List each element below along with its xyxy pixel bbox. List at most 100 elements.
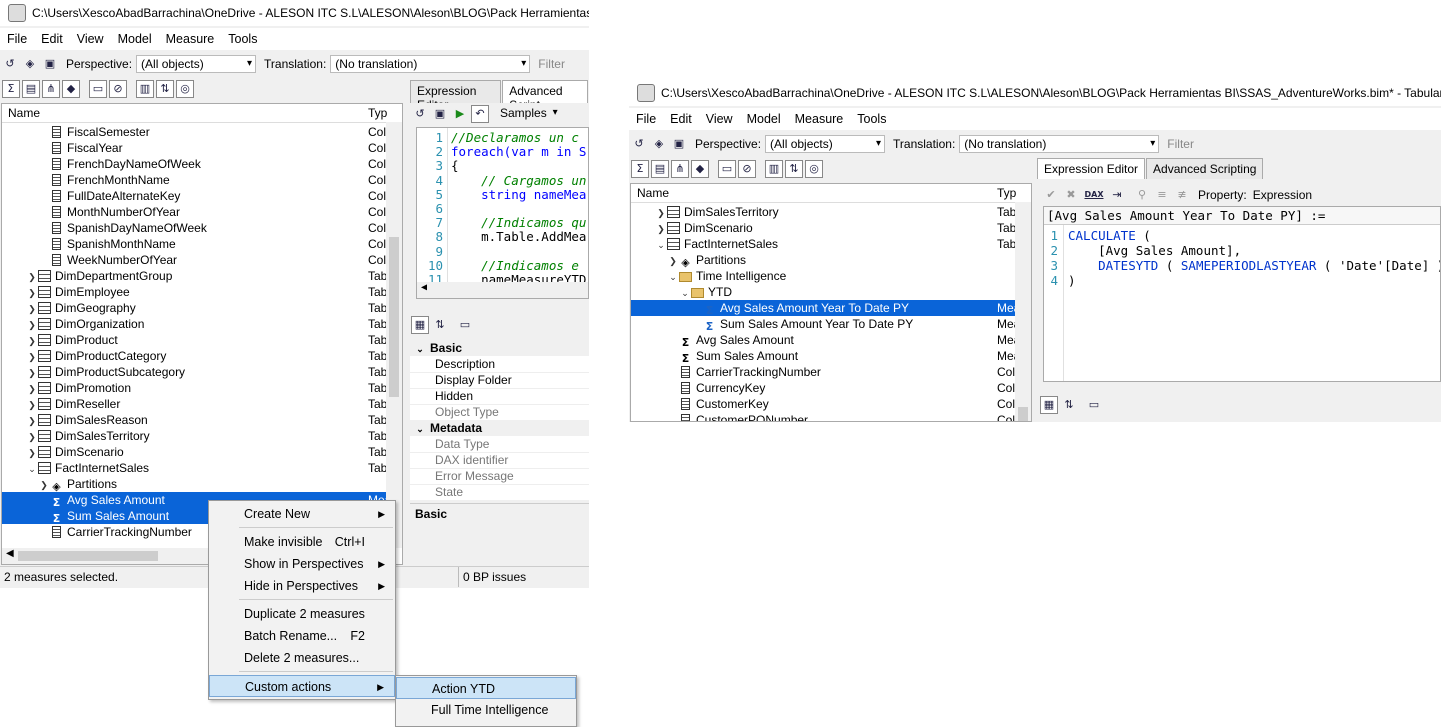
open-script-icon[interactable]: ↺ xyxy=(411,105,429,123)
property-category[interactable]: ⌄ Metadata xyxy=(410,420,589,436)
no-filter-icon[interactable]: ⊘ xyxy=(109,80,127,98)
property-category[interactable]: ⌄ Basic xyxy=(410,340,589,356)
tab-expression-editor[interactable]: Expression Editor xyxy=(1037,158,1146,179)
expand-icon[interactable]: ⌄ xyxy=(26,461,38,477)
tree-row[interactable]: FrenchMonthName Colu xyxy=(2,172,393,188)
no-filter-icon[interactable]: ⊘ xyxy=(738,160,756,178)
save-icon[interactable]: ▣ xyxy=(41,55,59,73)
tree-row[interactable]: ❯ DimOrganization Tab xyxy=(2,316,388,332)
tree-row[interactable]: MonthNumberOfYear Colu xyxy=(2,204,393,220)
menu-file[interactable]: File xyxy=(0,32,34,46)
perspective-select[interactable]: (All objects) xyxy=(136,55,257,73)
context-menu-item[interactable]: Duplicate 2 measures xyxy=(209,603,395,625)
col-header-name[interactable]: Name xyxy=(8,106,40,120)
menu-item-action-ytd[interactable]: Action YTD xyxy=(396,677,576,699)
dax-format-icon[interactable]: DAX xyxy=(1082,186,1106,204)
dependencies-icon[interactable]: ⇥ xyxy=(1108,186,1126,204)
expand-icon[interactable]: ❯ xyxy=(26,413,38,429)
tree-row[interactable]: SpanishMonthName Colu xyxy=(2,236,393,252)
tree-row[interactable]: ❯ DimProduct Tab xyxy=(2,332,388,348)
menu-view[interactable]: View xyxy=(70,32,111,46)
context-menu-item[interactable]: Hide in Perspectives ▶ xyxy=(209,575,395,597)
property-row[interactable]: Error Message xyxy=(410,468,589,485)
tree-row[interactable]: ⌄ FactInternetSales Tab xyxy=(2,460,388,476)
expand-icon[interactable]: ❯ xyxy=(655,205,667,221)
cube-icon[interactable]: ◈ xyxy=(650,135,668,153)
save-icon[interactable]: ▣ xyxy=(670,135,688,153)
alphabetical-icon[interactable]: ⇅ xyxy=(431,316,449,334)
partition-icon[interactable]: ◆ xyxy=(691,160,709,178)
menu-file[interactable]: File xyxy=(629,112,663,126)
menu-measure[interactable]: Measure xyxy=(788,112,851,126)
expand-icon[interactable]: ❯ xyxy=(26,333,38,349)
status-bp-issues[interactable]: 0 BP issues xyxy=(458,567,526,587)
context-menu-item[interactable]: Create New ▶ xyxy=(209,503,395,525)
filter-input[interactable]: Filter xyxy=(1167,137,1194,151)
tree-row[interactable]: Σ Sum Sales Amount Year To Date PY Mea xyxy=(631,316,1021,333)
filter-input[interactable]: Filter xyxy=(538,57,565,71)
context-menu-item[interactable]: Batch Rename... F2 xyxy=(209,625,395,647)
expand-icon[interactable]: ⌄ xyxy=(655,237,667,253)
tree-row[interactable]: WeekNumberOfYear Colu xyxy=(2,252,393,268)
alphabetical-icon[interactable]: ⇅ xyxy=(1060,396,1078,414)
columns-icon[interactable]: ▤ xyxy=(651,160,669,178)
script-editor[interactable]: 1 //Declaramos un c 2 foreach(var m in S 3 {4… xyxy=(416,127,589,299)
tree-row[interactable]: ❯ DimSalesReason Tab xyxy=(2,412,388,428)
tree-row[interactable]: CurrencyKey Colu xyxy=(631,380,1022,396)
expand-icon[interactable]: ❯ xyxy=(26,381,38,397)
translation-select[interactable]: (No translation) xyxy=(959,135,1160,153)
measures-sigma-icon[interactable]: Σ xyxy=(631,160,649,178)
open-icon[interactable]: ↺ xyxy=(1,55,19,73)
tree-row[interactable]: ⌄ FactInternetSales Tab xyxy=(631,236,1017,252)
tree-row[interactable]: ❯ DimEmployee Tab xyxy=(2,284,388,300)
tree-row[interactable]: ❯ DimReseller Tab xyxy=(2,396,388,412)
tree-row[interactable]: ❯ ◈ Partitions xyxy=(2,476,388,493)
tree-row[interactable]: FullDateAlternateKey Colu xyxy=(2,188,393,204)
tree-row[interactable]: ❯ DimGeography Tab xyxy=(2,300,388,316)
find-icon[interactable]: ⚲ xyxy=(1133,186,1151,204)
expand-icon[interactable]: ❯ xyxy=(38,477,50,493)
hierarchy-icon[interactable]: ⋔ xyxy=(671,160,689,178)
tree-row[interactable]: ❯ DimDepartmentGroup Tab xyxy=(2,268,388,284)
measures-sigma-icon[interactable]: Σ xyxy=(2,80,20,98)
expand-icon[interactable]: ❯ xyxy=(26,301,38,317)
expand-icon[interactable]: ❯ xyxy=(26,349,38,365)
cube-icon[interactable]: ◈ xyxy=(21,55,39,73)
menu-model[interactable]: Model xyxy=(740,112,788,126)
categorized-icon[interactable]: ▦ xyxy=(411,316,429,334)
perspective-select[interactable]: (All objects) xyxy=(765,135,886,153)
expand-icon[interactable]: ❯ xyxy=(26,285,38,301)
right-tree-vscroll[interactable] xyxy=(1015,202,1031,421)
samples-dropdown[interactable]: Samples xyxy=(496,105,561,123)
col-header-type[interactable]: Typ xyxy=(997,186,1016,200)
property-row[interactable]: Data Type xyxy=(410,436,589,453)
menu-tools[interactable]: Tools xyxy=(221,32,264,46)
expand-icon[interactable]: ❯ xyxy=(26,365,38,381)
partition-icon[interactable]: ◆ xyxy=(62,80,80,98)
expand-icon[interactable]: ❯ xyxy=(26,397,38,413)
expand-icon[interactable]: ⌄ xyxy=(679,285,691,301)
expand-icon[interactable]: ❯ xyxy=(655,221,667,237)
property-row[interactable]: Object Type xyxy=(410,404,589,421)
tree-row[interactable]: CarrierTrackingNumber Colu xyxy=(631,364,1022,380)
context-menu-item[interactable]: Delete 2 measures... xyxy=(209,647,395,669)
open-icon[interactable]: ↺ xyxy=(630,135,648,153)
sort-az-icon[interactable]: ⇅ xyxy=(785,160,803,178)
columns-icon[interactable]: ▤ xyxy=(22,80,40,98)
property-pages-icon[interactable]: ▭ xyxy=(1085,396,1103,414)
left-tree[interactable]: Name Typ FiscalSemester Colu FiscalYear Col… xyxy=(1,103,403,565)
uncomment-icon[interactable]: ≢ xyxy=(1173,186,1191,204)
cancel-x-icon[interactable]: ✖ xyxy=(1062,186,1080,204)
expand-icon[interactable]: ⌄ xyxy=(667,269,679,285)
hidden-icon[interactable]: ▭ xyxy=(718,160,736,178)
property-value[interactable]: Expression xyxy=(1253,188,1312,202)
categorized-icon[interactable]: ▦ xyxy=(1040,396,1058,414)
menu-view[interactable]: View xyxy=(699,112,740,126)
comment-icon[interactable]: ≡ xyxy=(1153,186,1171,204)
tree-row[interactable]: ❯ DimPromotion Tab xyxy=(2,380,388,396)
menu-model[interactable]: Model xyxy=(111,32,159,46)
tab-advanced-scripting[interactable]: Advanced Scripting xyxy=(1146,158,1264,179)
metadata-icon[interactable]: ◎ xyxy=(176,80,194,98)
tree-row[interactable]: Σ Sum Sales Amount Mea xyxy=(631,348,1021,365)
sort-az-icon[interactable]: ⇅ xyxy=(156,80,174,98)
